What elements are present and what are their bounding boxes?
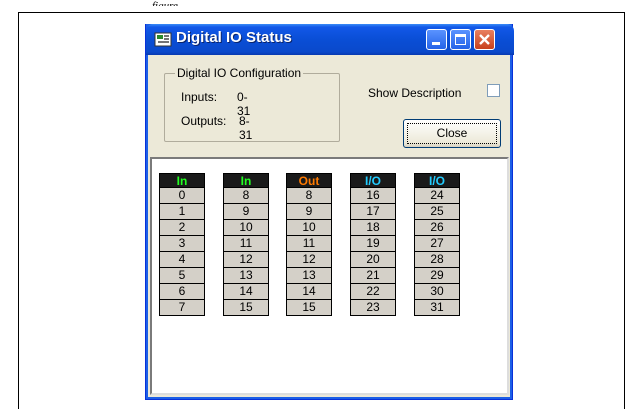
app-icon — [154, 32, 172, 47]
io-column-header: I/O — [414, 173, 460, 188]
io-point-cell[interactable]: 27 — [414, 236, 460, 252]
io-column-header: I/O — [350, 173, 396, 188]
io-point-cell[interactable]: 8 — [286, 188, 332, 204]
title-bar[interactable]: Digital IO Status — [146, 24, 514, 55]
io-point-cell[interactable]: 0 — [159, 188, 205, 204]
io-point-cell[interactable]: 26 — [414, 220, 460, 236]
outputs-label: Outputs: — [181, 114, 227, 128]
close-button[interactable]: Close — [403, 119, 501, 148]
io-point-cell[interactable]: 13 — [286, 268, 332, 284]
io-point-cell[interactable]: 11 — [286, 236, 332, 252]
io-point-cell[interactable]: 8 — [223, 188, 269, 204]
io-point-cell[interactable]: 2 — [159, 220, 205, 236]
io-point-cell[interactable]: 21 — [350, 268, 396, 284]
io-point-cell[interactable]: 18 — [350, 220, 396, 236]
group-title: Digital IO Configuration — [175, 66, 304, 80]
io-point-cell[interactable]: 6 — [159, 284, 205, 300]
close-icon — [479, 34, 490, 45]
focus-rectangle — [407, 123, 497, 144]
io-point-cell[interactable]: 10 — [223, 220, 269, 236]
io-point-cell[interactable]: 11 — [223, 236, 269, 252]
io-point-cell[interactable]: 10 — [286, 220, 332, 236]
io-point-cell[interactable]: 7 — [159, 300, 205, 316]
maximize-button[interactable] — [450, 29, 471, 50]
io-point-cell[interactable]: 16 — [350, 188, 396, 204]
io-point-cell[interactable]: 13 — [223, 268, 269, 284]
io-point-cell[interactable]: 19 — [350, 236, 396, 252]
io-column: I/O 24 25 26 27 28 29 30 31 — [414, 173, 460, 316]
io-point-cell[interactable]: 29 — [414, 268, 460, 284]
io-point-cell[interactable]: 30 — [414, 284, 460, 300]
io-point-cell[interactable]: 15 — [223, 300, 269, 316]
io-column-header: In — [223, 173, 269, 188]
io-point-cell[interactable]: 12 — [286, 252, 332, 268]
io-point-cell[interactable]: 14 — [223, 284, 269, 300]
io-status-panel: In 0 1 2 3 4 5 6 7 In 8 9 10 11 12 13 14 15 Out 8 9 10 11 12 13 1… — [150, 157, 509, 395]
io-point-cell[interactable]: 3 — [159, 236, 205, 252]
io-point-cell[interactable]: 20 — [350, 252, 396, 268]
io-point-cell[interactable]: 28 — [414, 252, 460, 268]
io-point-cell[interactable]: 31 — [414, 300, 460, 316]
close-window-button[interactable] — [474, 29, 495, 50]
io-point-cell[interactable]: 25 — [414, 204, 460, 220]
io-point-cell[interactable]: 14 — [286, 284, 332, 300]
window-title: Digital IO Status — [176, 29, 292, 46]
io-point-cell[interactable]: 22 — [350, 284, 396, 300]
io-column: In 8 9 10 11 12 13 14 15 — [223, 173, 269, 316]
io-point-cell[interactable]: 15 — [286, 300, 332, 316]
io-column: I/O 16 17 18 19 20 21 22 23 — [350, 173, 396, 316]
show-description-checkbox[interactable] — [487, 84, 500, 97]
io-point-cell[interactable]: 24 — [414, 188, 460, 204]
inputs-label: Inputs: — [181, 90, 218, 104]
digital-io-status-window: Digital IO Status Digital IO Configurati… — [145, 24, 514, 400]
figure-caption-fragment: figure — [152, 0, 178, 6]
io-point-cell[interactable]: 9 — [223, 204, 269, 220]
show-description-label: Show Description — [368, 86, 462, 100]
io-column: Out 8 9 10 11 12 13 14 15 — [286, 173, 332, 316]
io-point-cell[interactable]: 1 — [159, 204, 205, 220]
io-point-cell[interactable]: 4 — [159, 252, 205, 268]
io-point-cell[interactable]: 5 — [159, 268, 205, 284]
io-column-header: In — [159, 173, 205, 188]
io-configuration-group: Digital IO Configuration Inputs: 0-31 Ou… — [164, 66, 340, 142]
io-point-cell[interactable]: 9 — [286, 204, 332, 220]
minimize-button[interactable] — [426, 29, 447, 50]
io-point-cell[interactable]: 12 — [223, 252, 269, 268]
io-point-cell[interactable]: 17 — [350, 204, 396, 220]
outputs-value: 8-31 — [239, 114, 253, 142]
io-point-cell[interactable]: 23 — [350, 300, 396, 316]
io-column: In 0 1 2 3 4 5 6 7 — [159, 173, 205, 316]
io-column-header: Out — [286, 173, 332, 188]
